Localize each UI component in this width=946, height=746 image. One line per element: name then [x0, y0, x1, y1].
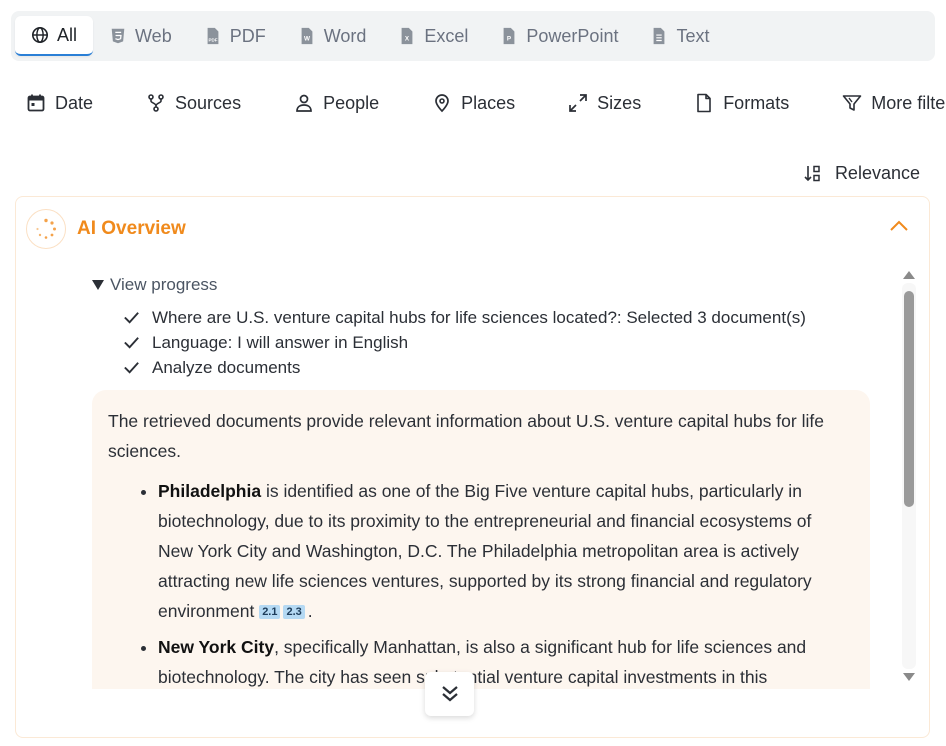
checkmark-icon	[124, 337, 139, 349]
html5-icon	[111, 28, 125, 44]
tab-pdf[interactable]: PDF PDF	[188, 16, 282, 56]
scrollbar-thumb[interactable]	[904, 291, 914, 507]
ai-overview-title: AI Overview	[77, 218, 186, 239]
filter-label: Date	[55, 92, 94, 113]
bullet-end: .	[307, 601, 313, 621]
svg-text:PDF: PDF	[208, 37, 217, 42]
ai-spinner-icon	[26, 209, 66, 249]
sort-dropdown[interactable]: Relevance	[803, 163, 920, 184]
filter-label: More filters	[871, 92, 946, 113]
progress-step-text: Where are U.S. venture capital hubs for …	[152, 308, 806, 327]
progress-step-text: Language: I will answer in English	[152, 333, 409, 352]
collapse-button[interactable]	[887, 215, 911, 239]
bullet-text: is identified as one of the Big Five ven…	[158, 481, 812, 621]
powerpoint-file-icon: P	[504, 27, 515, 45]
globe-icon	[31, 26, 49, 44]
answer-intro: The retrieved documents provide relevant…	[108, 411, 824, 461]
triangle-down-icon	[92, 280, 104, 290]
filter-label: Sizes	[597, 92, 642, 113]
checkmark-icon	[124, 362, 139, 374]
citation-badge[interactable]: 2.1	[259, 605, 281, 619]
filter-icon	[842, 95, 862, 111]
scrollbar[interactable]	[902, 267, 916, 685]
citation-badge[interactable]: 2.3	[283, 605, 305, 619]
ai-overview-content: View progress Where are U.S. venture cap…	[92, 275, 872, 689]
svg-text:P: P	[507, 36, 511, 43]
tab-excel[interactable]: X Excel	[382, 16, 484, 56]
tab-word[interactable]: W Word	[282, 16, 383, 56]
filter-label: Formats	[723, 92, 790, 113]
expand-more-button[interactable]	[425, 672, 474, 716]
tab-text[interactable]: Text	[634, 16, 725, 56]
tab-powerpoint[interactable]: P PowerPoint	[484, 16, 634, 56]
branch-icon	[148, 94, 164, 112]
filter-sizes[interactable]: Sizes	[556, 93, 641, 114]
tab-label: Word	[323, 25, 367, 46]
text-file-icon	[654, 27, 665, 45]
sort-icon	[804, 165, 820, 181]
tab-label: Text	[676, 25, 710, 46]
scroll-down-arrow[interactable]	[903, 673, 915, 681]
expand-arrows-icon	[569, 94, 588, 112]
double-chevron-down-icon	[441, 686, 458, 702]
tab-label: Excel	[424, 25, 469, 46]
filter-label: Sources	[175, 92, 242, 113]
filter-label: People	[323, 92, 380, 113]
tab-label: All	[57, 24, 78, 45]
filter-formats[interactable]: Formats	[682, 93, 789, 114]
tab-label: PowerPoint	[526, 25, 619, 46]
map-pin-icon	[435, 94, 449, 113]
progress-step-text: Analyze documents	[152, 358, 301, 377]
view-progress-label: View progress	[110, 275, 218, 294]
ai-answer-box: The retrieved documents provide relevant…	[92, 390, 870, 689]
filter-people[interactable]: People	[282, 93, 379, 114]
bullet-heading: New York City	[158, 637, 275, 657]
checkmark-icon	[124, 312, 139, 324]
excel-file-icon: X	[401, 27, 413, 45]
answer-bullet: New York City, specifically Manhattan, i…	[158, 632, 830, 689]
tab-web[interactable]: Web	[93, 16, 188, 56]
chevron-up-icon	[890, 220, 908, 231]
filter-sources[interactable]: Sources	[134, 93, 241, 114]
answer-bullets: Philadelphia is identified as one of the…	[108, 476, 830, 689]
ai-overview-card: AI Overview View progress Where are U.S.…	[15, 196, 930, 738]
ai-overview-header: AI Overview	[26, 209, 186, 249]
search-type-tabs: All Web PDF PDF W Word X Excel P PowerPo…	[11, 11, 935, 61]
filter-label: Places	[461, 92, 516, 113]
progress-step: Where are U.S. venture capital hubs for …	[122, 305, 872, 330]
filter-places[interactable]: Places	[420, 93, 515, 114]
progress-step: Analyze documents	[122, 355, 872, 380]
tab-all[interactable]: All	[15, 16, 94, 56]
tab-label: Web	[135, 25, 172, 46]
more-filters-button[interactable]: More filters	[830, 93, 946, 114]
progress-steps-list: Where are U.S. venture capital hubs for …	[122, 305, 872, 380]
view-progress-toggle[interactable]: View progress	[92, 275, 872, 295]
filter-date[interactable]: Date	[14, 93, 93, 114]
answer-bullet: Philadelphia is identified as one of the…	[158, 476, 830, 626]
svg-text:W: W	[304, 36, 310, 43]
progress-step: Language: I will answer in English	[122, 330, 872, 355]
filter-bar: Date Sources People Places Sizes Formats…	[14, 84, 946, 122]
file-icon	[697, 93, 711, 113]
tab-label: PDF	[229, 25, 266, 46]
word-file-icon: W	[301, 27, 313, 45]
pdf-file-icon: PDF	[207, 27, 219, 45]
sort-label: Relevance	[834, 163, 920, 183]
calendar-icon	[27, 94, 45, 112]
bullet-heading: Philadelphia	[158, 481, 262, 501]
scroll-up-arrow[interactable]	[903, 271, 915, 279]
person-icon	[296, 94, 312, 112]
